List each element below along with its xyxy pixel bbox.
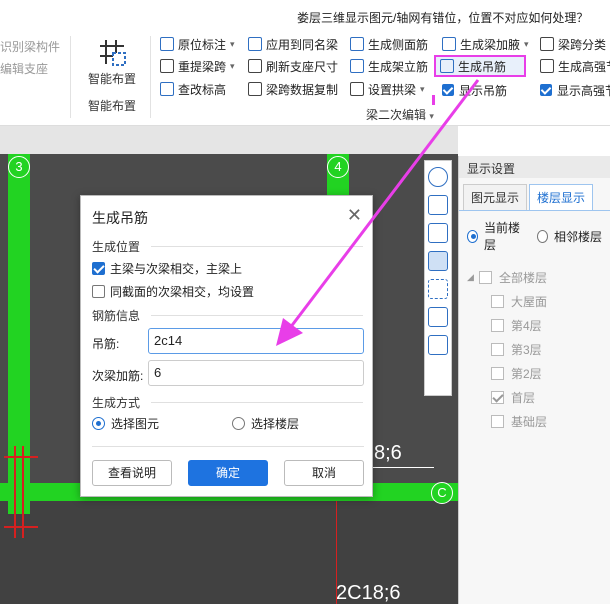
annotation-arrow [276,79,480,346]
